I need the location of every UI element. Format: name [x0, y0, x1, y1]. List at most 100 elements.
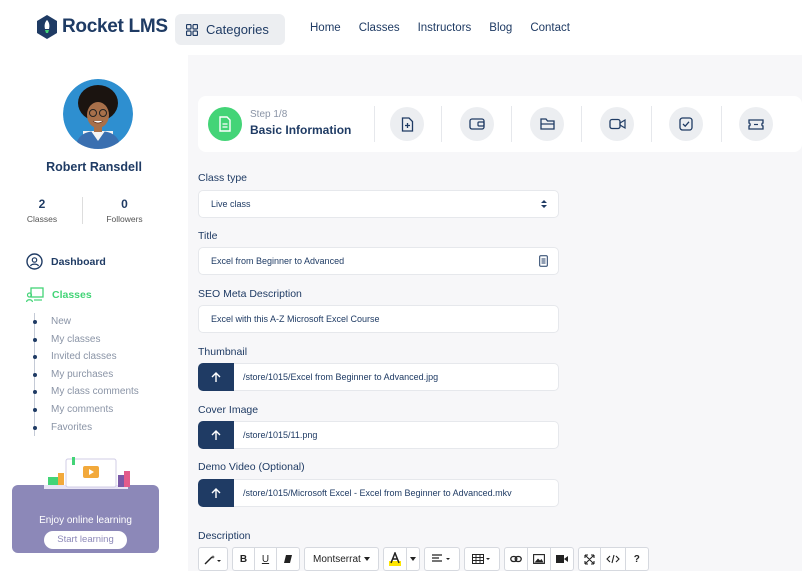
stat-value: 2: [38, 197, 46, 211]
demo-video-path: /store/1015/Microsoft Excel - Excel from…: [243, 488, 512, 498]
image-icon: [532, 554, 545, 564]
nav-blog[interactable]: Blog: [489, 22, 512, 34]
submenu-item-favorites[interactable]: Favorites: [32, 419, 139, 437]
text-color-button[interactable]: [384, 548, 407, 570]
classes-submenu: New My classes Invited classes My purcha…: [32, 313, 139, 437]
table-button[interactable]: [465, 548, 499, 570]
font-family-value: Montserrat: [313, 553, 361, 565]
submenu-item-my-class-comments[interactable]: My class comments: [32, 383, 139, 401]
step-divider: [721, 106, 722, 142]
caret-down-icon: [409, 557, 416, 561]
check-icon: [679, 117, 693, 131]
class-type-select[interactable]: Live class: [198, 190, 559, 218]
step-basic-information[interactable]: [208, 107, 242, 141]
plus-file-icon: [401, 116, 413, 132]
categories-button[interactable]: Categories: [175, 14, 285, 45]
sidebar-item-classes[interactable]: Classes: [26, 287, 92, 303]
thumbnail-upload-button[interactable]: [198, 363, 234, 391]
step-pricing-button[interactable]: [460, 107, 494, 141]
font-family-select[interactable]: Montserrat: [305, 548, 378, 570]
rocket-logo-icon: [37, 15, 57, 39]
thumbnail-field[interactable]: /store/1015/Excel from Beginner to Advan…: [198, 363, 559, 391]
submenu-item-my-comments[interactable]: My comments: [32, 401, 139, 419]
avatar[interactable]: [63, 79, 133, 149]
color-dropdown-button[interactable]: [407, 548, 419, 570]
video-embed-button[interactable]: [551, 548, 573, 570]
demo-upload-button[interactable]: [198, 479, 234, 507]
submenu-item-invited-classes[interactable]: Invited classes: [32, 348, 139, 366]
cover-image-field[interactable]: /store/1015/11.png: [198, 421, 559, 449]
step-content-button[interactable]: [390, 107, 424, 141]
step-sessions-button[interactable]: [600, 107, 634, 141]
class-type-label: Class type: [198, 172, 248, 184]
step-quiz-button[interactable]: [669, 107, 703, 141]
magic-wand-icon: [204, 554, 221, 564]
video-icon: [608, 118, 626, 130]
sidebar-item-label: Classes: [52, 289, 92, 301]
eraser-button[interactable]: [277, 548, 299, 570]
nav-contact[interactable]: Contact: [530, 22, 570, 34]
toolbar-group-insert: [503, 547, 574, 571]
text-color-icon: [388, 552, 401, 566]
cover-upload-button[interactable]: [198, 421, 234, 449]
dashboard-icon: [26, 253, 43, 270]
magic-style-button[interactable]: [199, 548, 227, 570]
nav-instructors[interactable]: Instructors: [418, 22, 472, 34]
toolbar-group-color: [382, 547, 420, 571]
image-button[interactable]: [528, 548, 551, 570]
underline-button[interactable]: U: [255, 548, 277, 570]
toolbar-group-paragraph: [423, 547, 460, 571]
toolbar-group-fontname: Montserrat: [304, 547, 379, 571]
promo-card: Enjoy online learning Start learning: [12, 457, 159, 553]
file-text-icon: [219, 116, 231, 132]
logo-text: Rocket LMS: [62, 16, 168, 37]
stat-followers: 0 Followers: [82, 197, 166, 224]
step-divider: [441, 106, 442, 142]
seo-description-input[interactable]: Excel with this A-Z Microsoft Excel Cour…: [198, 305, 559, 333]
stat-classes: 2 Classes: [2, 197, 82, 224]
code-icon: [606, 554, 620, 564]
step-message-button[interactable]: [739, 107, 773, 141]
start-learning-button[interactable]: Start learning: [44, 531, 127, 549]
submenu-item-my-classes[interactable]: My classes: [32, 331, 139, 349]
code-view-button[interactable]: [601, 548, 626, 570]
link-button[interactable]: [505, 548, 528, 570]
promo-illustration: [44, 457, 130, 489]
title-label: Title: [198, 230, 218, 242]
help-button[interactable]: ?: [626, 548, 648, 570]
sidebar-item-label: Dashboard: [51, 255, 106, 268]
bold-button[interactable]: B: [233, 548, 255, 570]
ticket-icon: [748, 118, 764, 130]
demo-video-field[interactable]: /store/1015/Microsoft Excel - Excel from…: [198, 479, 559, 507]
description-label: Description: [198, 530, 251, 542]
fullscreen-button[interactable]: [579, 548, 601, 570]
fullscreen-icon: [584, 553, 595, 565]
sidebar: Robert Ransdell 2 Classes 0 Followers Da…: [0, 55, 188, 571]
nav-classes[interactable]: Classes: [359, 22, 400, 34]
link-icon: [509, 555, 522, 563]
step-divider: [511, 106, 512, 142]
promo-text: Enjoy online learning: [39, 515, 132, 526]
paragraph-align-button[interactable]: [425, 548, 459, 570]
folder-icon: [539, 118, 555, 130]
table-icon: [471, 554, 490, 564]
logo[interactable]: Rocket LMS: [36, 14, 168, 40]
sidebar-item-dashboard[interactable]: Dashboard: [26, 253, 106, 270]
classes-icon: [26, 287, 44, 303]
thumbnail-path: /store/1015/Excel from Beginner to Advan…: [243, 372, 439, 382]
title-input[interactable]: Excel from Beginner to Advanced: [198, 247, 559, 275]
submenu-item-new[interactable]: New: [32, 313, 139, 331]
toolbar-group-font: B U: [232, 547, 300, 571]
select-arrows-icon: [541, 200, 547, 208]
thumbnail-label: Thumbnail: [198, 346, 248, 358]
step-files-button[interactable]: [530, 107, 564, 141]
text-field-icon: [539, 255, 548, 267]
demo-video-label: Demo Video (Optional): [198, 461, 305, 473]
user-name: Robert Ransdell: [46, 160, 142, 174]
nav-home[interactable]: Home: [310, 22, 341, 34]
caret-down-icon: [363, 557, 370, 561]
arrow-up-icon: [211, 487, 221, 498]
eraser-icon: [284, 555, 292, 563]
submenu-item-my-purchases[interactable]: My purchases: [32, 366, 139, 384]
step-divider: [374, 106, 375, 142]
